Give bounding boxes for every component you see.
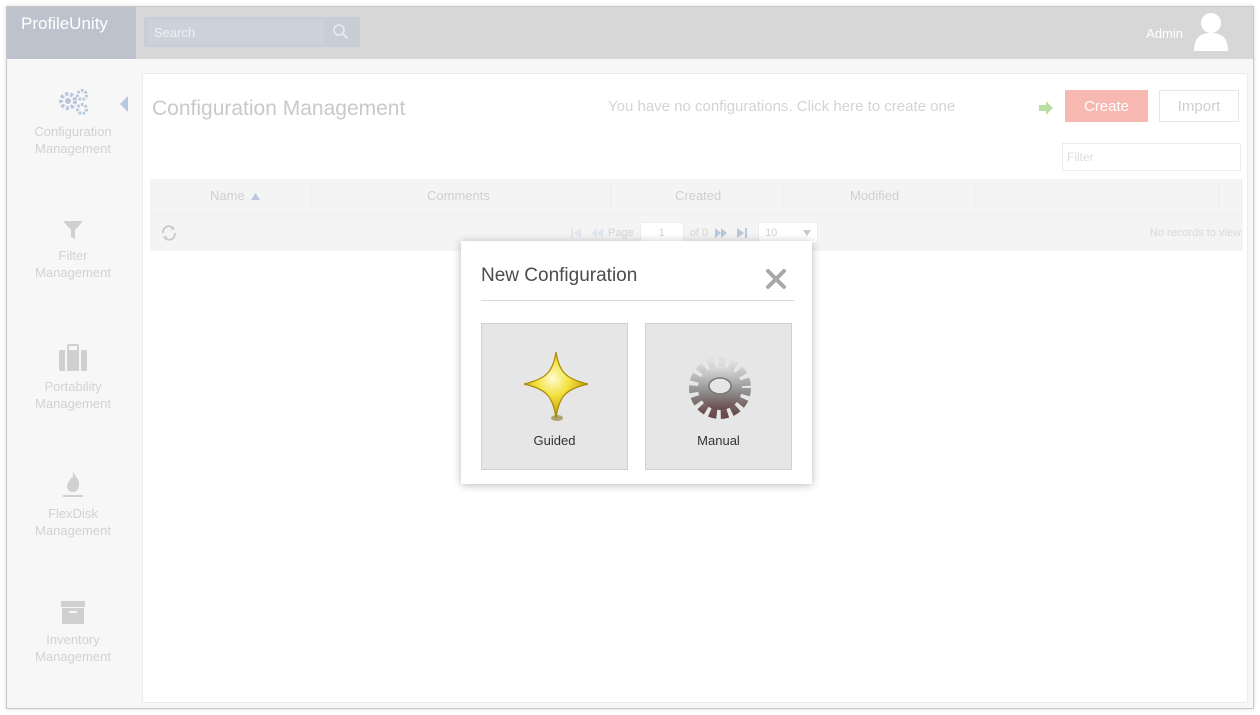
arrow-right-icon[interactable] bbox=[1038, 101, 1054, 115]
column-header-modified[interactable]: Modified bbox=[850, 188, 899, 203]
flame-icon bbox=[63, 471, 83, 497]
column-divider bbox=[310, 185, 311, 209]
top-bar: ProfileUnity Admin bbox=[7, 7, 1253, 59]
app-logo[interactable]: ProfileUnity bbox=[7, 7, 136, 59]
star-sparkle-icon bbox=[523, 351, 589, 421]
sidebar-item-label: Management bbox=[35, 141, 111, 156]
create-button[interactable]: Create bbox=[1065, 90, 1148, 122]
empty-hint-link[interactable]: You have no configurations. Click here t… bbox=[608, 98, 955, 115]
sidebar-item-label: Management bbox=[35, 523, 111, 538]
empty-records-text: No records to view bbox=[1149, 227, 1241, 239]
sidebar-item-label: Configuration bbox=[34, 124, 112, 139]
sidebar-item-inventory[interactable]: Inventory Management bbox=[7, 599, 139, 665]
column-divider bbox=[782, 185, 783, 209]
import-button[interactable]: Import bbox=[1159, 90, 1239, 122]
sidebar-item-label: Inventory bbox=[46, 632, 100, 647]
sidebar-item-portability[interactable]: Portability Management bbox=[7, 344, 139, 412]
gears-icon bbox=[59, 89, 88, 115]
sidebar: Configuration Management Filter Manageme… bbox=[7, 59, 139, 708]
sidebar-item-label: Portability bbox=[44, 379, 102, 394]
sidebar-item-label: Management bbox=[35, 649, 111, 664]
column-divider bbox=[610, 185, 611, 209]
page-title: Configuration Management bbox=[152, 97, 406, 120]
sidebar-item-configuration[interactable]: Configuration Management bbox=[7, 87, 139, 157]
search-box bbox=[144, 17, 360, 47]
sidebar-item-label: Management bbox=[35, 396, 111, 411]
sidebar-item-label: FlexDisk bbox=[48, 506, 98, 521]
archive-box-icon bbox=[61, 601, 85, 624]
tile-label: Guided bbox=[533, 433, 576, 448]
sidebar-item-label: Filter bbox=[58, 248, 88, 263]
tile-label: Manual bbox=[697, 433, 740, 448]
gear-icon bbox=[689, 357, 751, 419]
column-divider bbox=[1218, 185, 1219, 209]
column-header-comments[interactable]: Comments bbox=[427, 188, 490, 203]
dialog-divider bbox=[481, 300, 794, 301]
first-page-icon[interactable] bbox=[568, 226, 586, 240]
page-label: Page bbox=[608, 227, 634, 239]
filter-input[interactable] bbox=[1062, 143, 1241, 171]
sort-asc-icon bbox=[251, 193, 261, 200]
dialog-title: New Configuration bbox=[481, 265, 638, 286]
search-input[interactable] bbox=[148, 20, 324, 44]
column-divider bbox=[974, 185, 975, 209]
guided-option-button[interactable]: Guided bbox=[481, 323, 628, 470]
sidebar-item-filter[interactable]: Filter Management bbox=[7, 219, 139, 281]
rows-per-page-value: 10 bbox=[765, 227, 778, 239]
manual-option-button[interactable]: Manual bbox=[645, 323, 792, 470]
grid-header: Name Comments Created Modified bbox=[150, 179, 1243, 215]
next-page-icon[interactable] bbox=[712, 226, 730, 240]
page-count: of 0 bbox=[689, 227, 709, 239]
search-icon[interactable] bbox=[332, 23, 350, 41]
prev-page-icon[interactable] bbox=[588, 226, 606, 240]
chevron-down-icon bbox=[803, 230, 812, 236]
sidebar-item-label: Management bbox=[35, 265, 111, 280]
new-configuration-dialog: New Configuration Guided Manual bbox=[461, 241, 812, 484]
funnel-icon bbox=[63, 221, 83, 239]
last-page-icon[interactable] bbox=[732, 226, 750, 240]
column-label: Name bbox=[210, 188, 245, 203]
sidebar-item-flexdisk[interactable]: FlexDisk Management bbox=[7, 469, 139, 539]
refresh-icon[interactable] bbox=[160, 224, 178, 242]
column-header-name[interactable]: Name bbox=[210, 188, 261, 203]
close-icon[interactable] bbox=[765, 268, 787, 290]
user-name[interactable]: Admin bbox=[1146, 26, 1183, 41]
column-header-created[interactable]: Created bbox=[675, 188, 721, 203]
app-window: ProfileUnity Admin Configuration bbox=[6, 6, 1254, 709]
avatar-icon[interactable] bbox=[1193, 11, 1229, 51]
suitcase-icon bbox=[59, 344, 87, 371]
